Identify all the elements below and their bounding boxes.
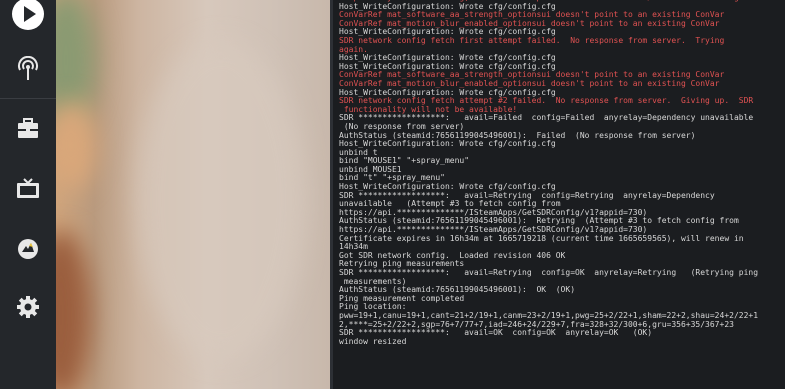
inventory-button[interactable] [0,105,56,153]
background-image [56,0,330,389]
console-panel[interactable]: DispatchAsyncEvent backlog, failed to di… [333,0,785,389]
settings-button[interactable] [0,283,56,331]
console-line: Host_WriteConfiguration: Wrote cfg/confi… [339,139,556,149]
settings-icon [17,296,39,318]
console-line: window resized [339,336,407,346]
sidebar-separator [0,98,56,99]
achievements-button[interactable] [0,225,56,273]
console-line: Certificate expires in 16h34m at 1665719… [339,233,744,243]
sidebar [0,0,56,389]
play-button[interactable] [0,0,56,38]
inventory-icon [18,118,38,138]
play-icon [12,0,44,30]
broadcast-icon [18,56,38,80]
console-line: bind "MOUSE1" "+spray_menu" [339,156,470,166]
console-line: SDR network config fetch first attempt f… [339,35,725,45]
watch-button[interactable] [0,165,56,213]
broadcast-button[interactable] [0,45,56,93]
console-output: DispatchAsyncEvent backlog, failed to di… [339,0,785,346]
tv-icon [17,178,39,198]
achievement-icon [18,239,38,259]
